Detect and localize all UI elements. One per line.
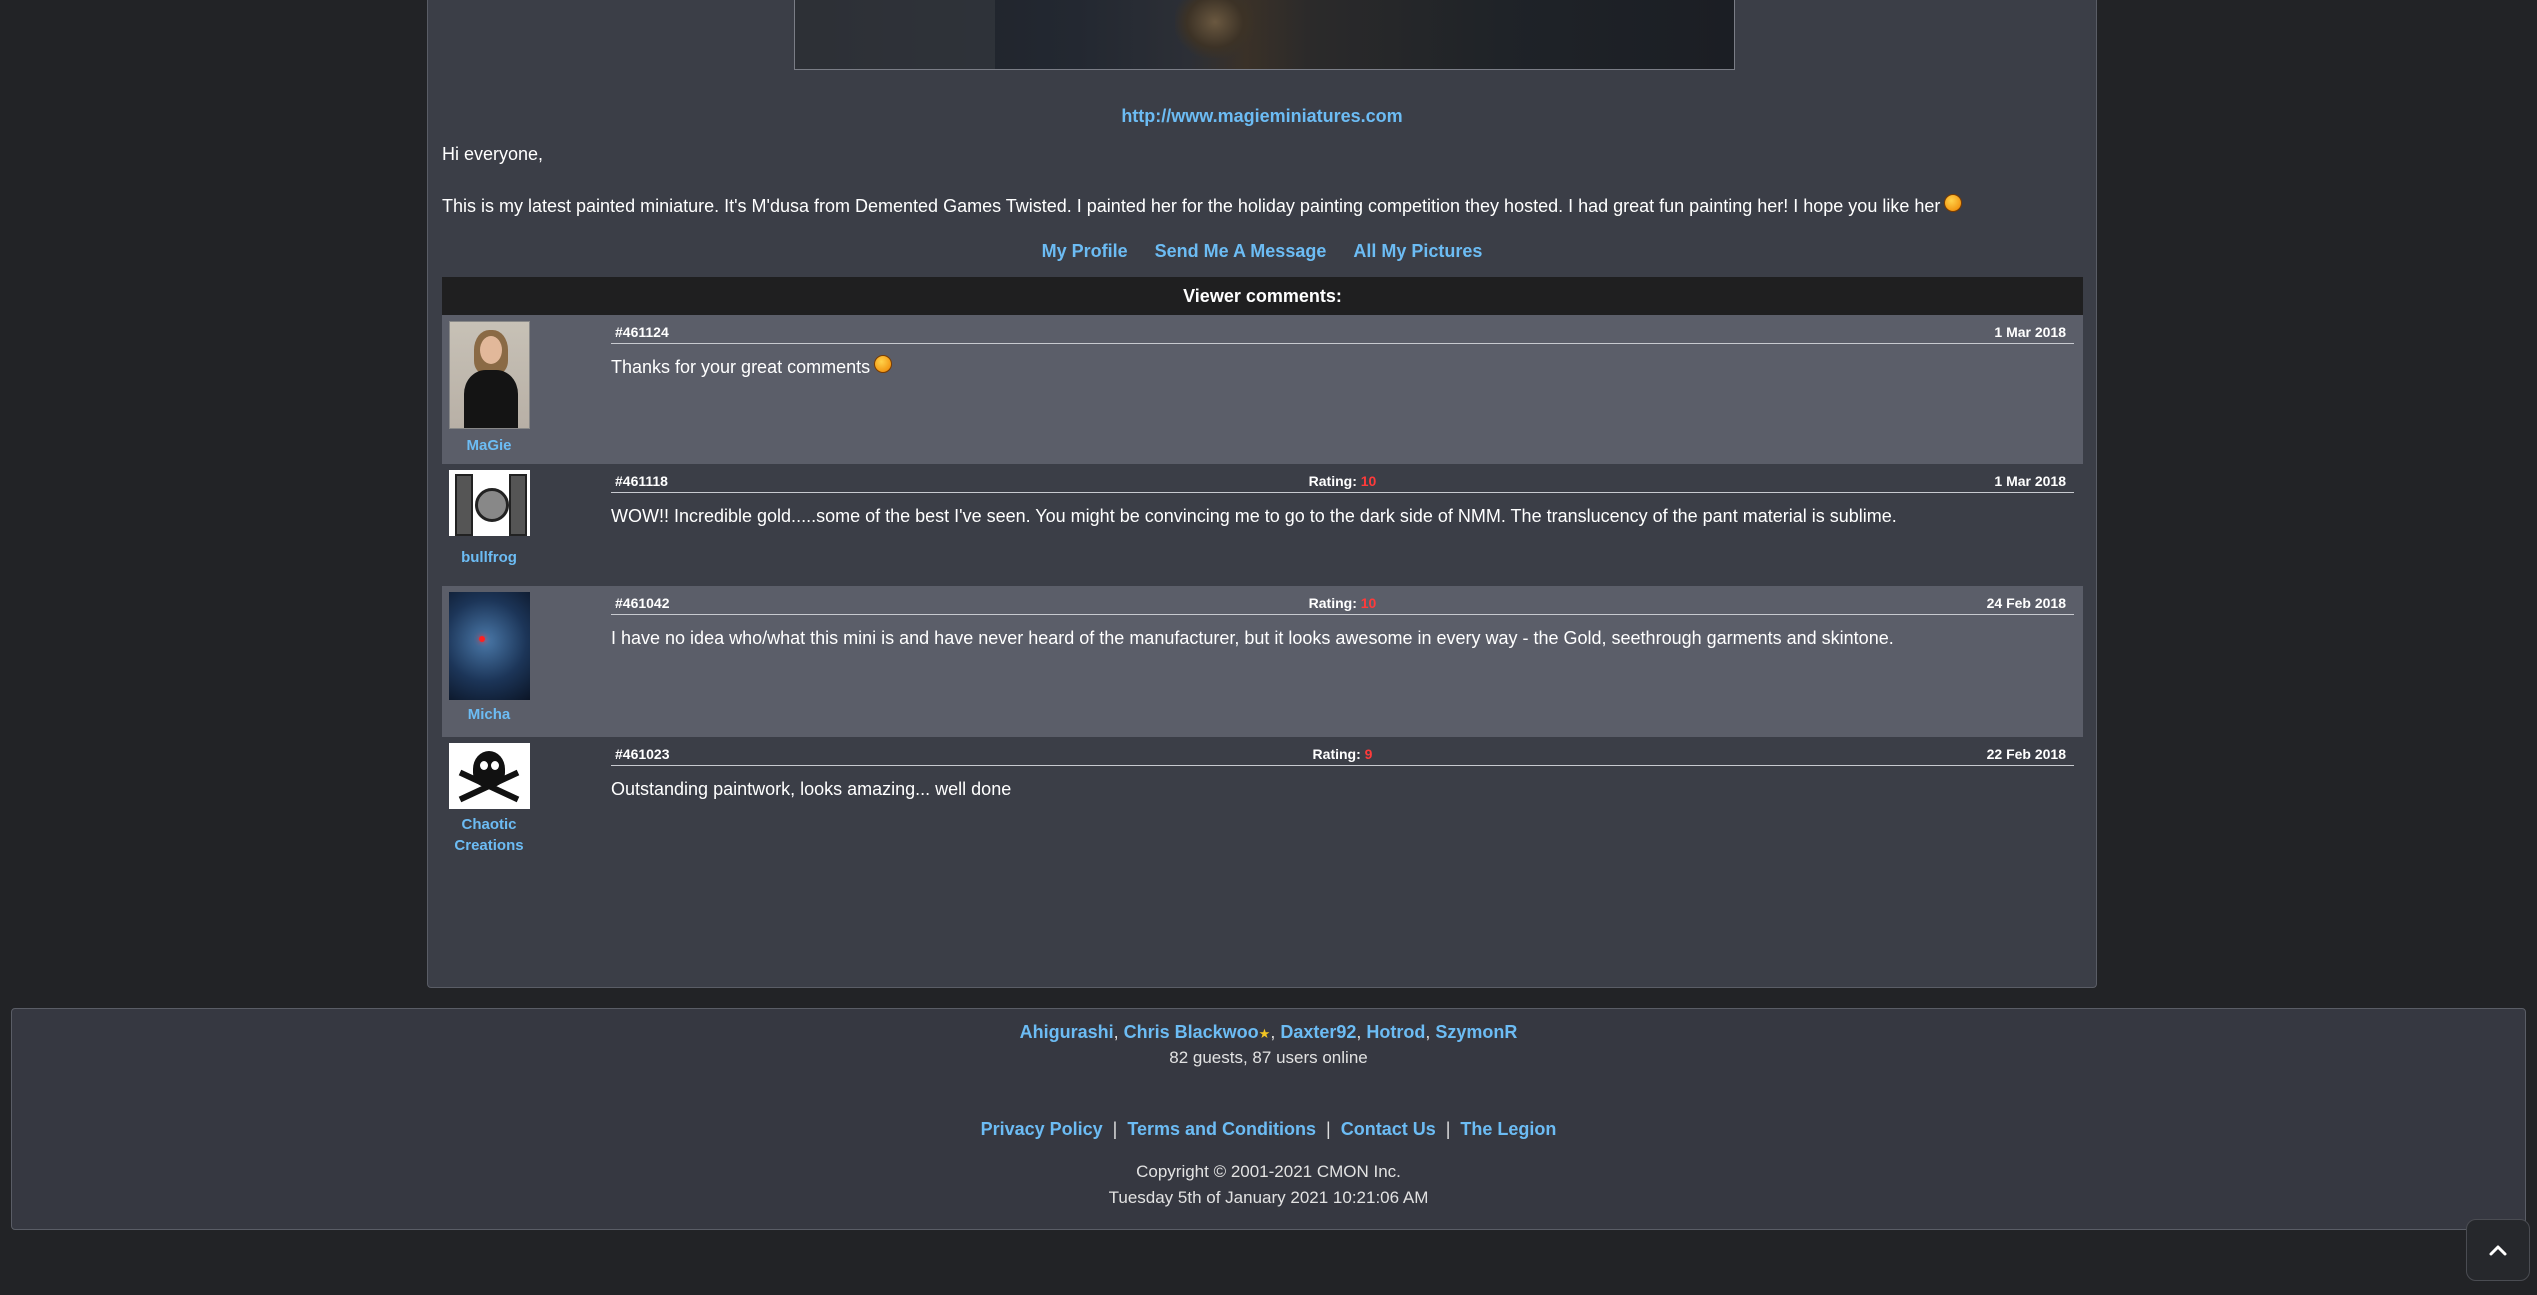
comment-body: Thanks for your great comments [611, 357, 871, 377]
online-user-link[interactable]: Ahigurashi [1020, 1022, 1114, 1042]
site-footer: Ahigurashi, Chris Blackwoo★, Daxter92, H… [11, 1008, 2526, 1230]
comment-meta: #461023 Rating: 9 22 Feb 2018 [611, 743, 2074, 766]
rating-label: Rating: [1308, 473, 1357, 489]
rating-value: 9 [1364, 746, 1373, 762]
avatar-wing-left [455, 474, 473, 536]
comment-text: Thanks for your great comments [611, 355, 893, 378]
comment-meta: #461042 Rating: 10 24 Feb 2018 [611, 592, 2074, 615]
copyright-text: Copyright © 2001-2021 CMON Inc. [1136, 1162, 1401, 1181]
avatar-face [480, 336, 502, 364]
avatar[interactable] [449, 470, 530, 536]
smiley-icon [1944, 194, 1963, 212]
rating-value: 10 [1360, 595, 1377, 611]
avatar-eye [491, 761, 499, 770]
comment-row: Micha #461042 Rating: 10 24 Feb 2018 I h… [442, 586, 2083, 737]
online-count: 82 guests, 87 users online [1169, 1048, 1368, 1067]
contact-us-link[interactable]: Contact Us [1341, 1119, 1436, 1139]
terms-link[interactable]: Terms and Conditions [1127, 1119, 1316, 1139]
miniature-photo[interactable] [794, 0, 1735, 70]
avatar-cockpit [475, 488, 509, 522]
avatar[interactable] [449, 592, 530, 700]
link-separator: | [1326, 1119, 1331, 1139]
star-icon: ★ [1258, 1026, 1271, 1041]
comment-text: WOW!! Incredible gold.....some of the be… [611, 506, 1897, 526]
avatar-skull [473, 751, 505, 787]
comment-date: 1 Mar 2018 [1994, 473, 2066, 489]
photo-shade [795, 0, 995, 69]
comment-rating: Rating: 9 [611, 746, 2074, 762]
privacy-policy-link[interactable]: Privacy Policy [981, 1119, 1103, 1139]
comment-row: MaGie #461124 1 Mar 2018 Thanks for your… [442, 315, 2083, 464]
comment-meta: #461124 1 Mar 2018 [611, 321, 2074, 344]
comment-rating: Rating: 10 [611, 473, 2074, 489]
the-legion-link[interactable]: The Legion [1460, 1119, 1556, 1139]
chevron-up-icon [2489, 1245, 2507, 1256]
comment-date: 22 Feb 2018 [1986, 746, 2066, 762]
post-description-text: This is my latest painted miniature. It'… [442, 196, 1941, 216]
username-link[interactable]: Micha [442, 704, 536, 725]
website-link[interactable]: http://www.magieminiatures.com [428, 106, 2096, 127]
send-message-link[interactable]: Send Me A Message [1155, 241, 1327, 261]
avatar-eye [479, 636, 485, 642]
comment-author: bullfrog [442, 464, 536, 568]
smiley-icon [874, 355, 893, 373]
my-profile-link[interactable]: My Profile [1042, 241, 1128, 261]
main-panel: http://www.magieminiatures.com Hi everyo… [427, 0, 2097, 988]
online-user-link[interactable]: Chris Blackwoo [1124, 1022, 1259, 1042]
viewer-comments: Viewer comments: MaGie #461124 1 Mar 201… [442, 277, 2083, 867]
footer-links: Privacy Policy | Terms and Conditions | Cont… [12, 1119, 2525, 1140]
comment-id: #461124 [615, 324, 669, 340]
photo-detail [1175, 0, 1255, 58]
comment-meta: #461118 Rating: 10 1 Mar 2018 [611, 470, 2074, 493]
comment-date: 24 Feb 2018 [1986, 595, 2066, 611]
online-user-link[interactable]: Hotrod [1366, 1022, 1425, 1042]
username-link[interactable]: bullfrog [442, 547, 536, 568]
profile-links: My Profile Send Me A Message All My Pict… [428, 241, 2096, 262]
comment-author: Chaotic Creations [442, 737, 536, 856]
online-users-list: Ahigurashi, Chris Blackwoo★, Daxter92, H… [1019, 1022, 1518, 1042]
all-pictures-link[interactable]: All My Pictures [1353, 241, 1482, 261]
comment-author: Micha [442, 586, 536, 725]
comment-author: MaGie [442, 315, 536, 456]
post-greeting: Hi everyone, [442, 144, 544, 164]
scroll-to-top-button[interactable] [2466, 1219, 2530, 1281]
rating-label: Rating: [1308, 595, 1357, 611]
username-link[interactable]: MaGie [442, 435, 536, 456]
username-link[interactable]: Chaotic Creations [442, 814, 536, 856]
online-user-link[interactable]: Daxter92 [1280, 1022, 1356, 1042]
avatar-body [464, 370, 518, 428]
avatar[interactable] [449, 321, 530, 429]
link-separator: | [1445, 1119, 1451, 1139]
comment-row: Chaotic Creations #461023 Rating: 9 22 F… [442, 737, 2083, 867]
comment-text: Outstanding paintwork, looks amazing... … [611, 779, 1012, 799]
rating-value: 10 [1360, 473, 1377, 489]
link-separator: | [1112, 1119, 1118, 1139]
comment-row: bullfrog #461118 Rating: 10 1 Mar 2018 W… [442, 464, 2083, 586]
avatar-eye [480, 761, 488, 770]
post-description: This is my latest painted miniature. It'… [442, 194, 1963, 217]
avatar-wing-right [509, 474, 527, 536]
server-timestamp: Tuesday 5th of January 2021 10:21:06 AM [1108, 1188, 1429, 1207]
comment-rating: Rating: 10 [611, 595, 2074, 611]
comment-date: 1 Mar 2018 [1994, 324, 2066, 340]
comments-header: Viewer comments: [442, 277, 2083, 315]
comment-text: I have no idea who/what this mini is and… [611, 628, 1894, 648]
rating-label: Rating: [1312, 746, 1361, 762]
online-user-link[interactable]: SzymonR [1435, 1022, 1517, 1042]
avatar[interactable] [449, 743, 530, 809]
